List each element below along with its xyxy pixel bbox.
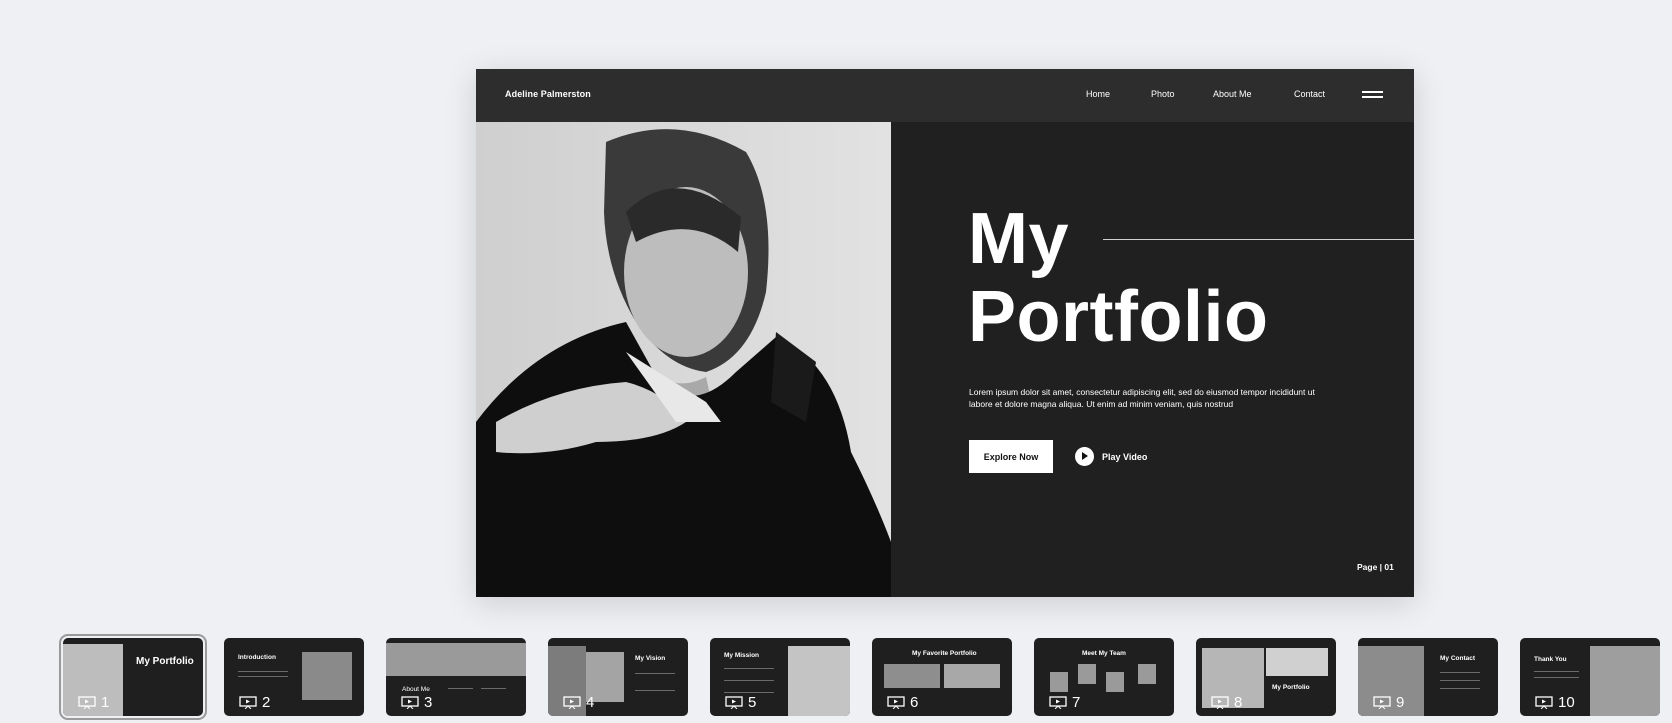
thumb-text-line [1534, 671, 1579, 672]
slideshow-icon [239, 696, 257, 709]
slide-thumbnail-strip: My Portfolio 1 Introduction 2 About Me 3… [0, 634, 1672, 720]
thumb-image [1106, 672, 1124, 692]
brand-name: Adeline Palmerston [505, 89, 591, 99]
slide-thumbnail-10[interactable]: Thank You 10 [1520, 638, 1660, 716]
thumb-text-line [1440, 680, 1480, 681]
thumb-image [1138, 664, 1156, 684]
thumb-number: 2 [262, 694, 271, 711]
play-video-button[interactable]: Play Video [1075, 447, 1147, 466]
slideshow-icon [1535, 696, 1553, 709]
thumb-text-line [448, 688, 473, 689]
slide-thumbnail-5[interactable]: My Mission 5 [710, 638, 850, 716]
thumb-number: 1 [101, 694, 110, 711]
thumb-text-line [238, 676, 288, 677]
slideshow-icon [725, 696, 743, 709]
hero-title-line1: My [968, 199, 1070, 279]
hero-description: Lorem ipsum dolor sit amet, consectetur … [969, 387, 1315, 409]
thumb-image [1266, 648, 1328, 676]
thumb-title: My Contact [1440, 655, 1476, 662]
slide-thumbnail-8[interactable]: My Portfolio 8 [1196, 638, 1336, 716]
nav-link-about[interactable]: About Me [1213, 89, 1252, 99]
play-icon [1075, 447, 1094, 466]
slide-navbar: Adeline Palmerston Home Photo About Me C… [476, 69, 1414, 122]
thumb-title: Thank You [1534, 656, 1567, 663]
slideshow-icon [1373, 696, 1391, 709]
portrait-photo [476, 122, 891, 597]
nav-link-home[interactable]: Home [1086, 89, 1110, 99]
explore-now-button[interactable]: Explore Now [969, 440, 1053, 473]
slide-thumbnail-1[interactable]: My Portfolio 1 [59, 634, 207, 720]
slide-canvas[interactable]: Adeline Palmerston Home Photo About Me C… [476, 69, 1414, 597]
thumb-text-line [635, 673, 675, 674]
slide-thumbnail-9[interactable]: My Contact 9 [1358, 638, 1498, 716]
thumb-text-line [481, 688, 506, 689]
thumb-image [1078, 664, 1096, 684]
slideshow-icon [1049, 696, 1067, 709]
nav-link-contact[interactable]: Contact [1294, 89, 1325, 99]
play-video-label: Play Video [1102, 451, 1148, 462]
slideshow-icon [78, 696, 96, 709]
thumb-number: 3 [424, 694, 433, 711]
thumb-text-line [724, 692, 774, 693]
slideshow-icon [887, 696, 905, 709]
slide-thumbnail-7[interactable]: Meet My Team 7 [1034, 638, 1174, 716]
thumb-image [884, 664, 940, 688]
thumb-number: 4 [586, 694, 595, 711]
thumb-text-line [1534, 677, 1579, 678]
thumb-title: My Vision [635, 655, 666, 662]
thumb-title: About Me [402, 686, 430, 693]
thumb-image [386, 643, 526, 676]
slideshow-icon [563, 696, 581, 709]
title-divider-line [1103, 239, 1414, 240]
page-number: Page | 01 [1357, 562, 1394, 572]
thumb-image [1050, 672, 1068, 692]
thumb-text-line [724, 680, 774, 681]
thumb-number: 7 [1072, 694, 1081, 711]
thumb-image [944, 664, 1000, 688]
nav-link-photo[interactable]: Photo [1151, 89, 1175, 99]
hamburger-menu-icon[interactable] [1362, 91, 1383, 100]
thumb-image [1590, 646, 1660, 716]
thumb-number: 8 [1234, 694, 1243, 711]
slide-thumbnail-2[interactable]: Introduction 2 [224, 638, 364, 716]
thumb-title: My Favorite Portfolio [912, 650, 977, 657]
slideshow-icon [1211, 696, 1229, 709]
hero-title-line2: Portfolio [968, 277, 1269, 357]
thumb-text-line [238, 671, 288, 672]
thumb-number: 10 [1558, 694, 1575, 711]
thumb-number: 9 [1396, 694, 1405, 711]
thumb-title: Introduction [238, 654, 276, 661]
thumb-text-line [1440, 688, 1480, 689]
thumb-title: My Mission [724, 652, 760, 659]
thumb-text-line [635, 690, 675, 691]
thumb-image [302, 652, 352, 700]
thumb-image [788, 646, 850, 716]
thumb-text-line [724, 668, 774, 669]
thumb-text-line [1440, 672, 1480, 673]
thumb-number: 5 [748, 694, 757, 711]
thumb-number: 6 [910, 694, 919, 711]
slideshow-icon [401, 696, 419, 709]
slide-thumbnail-4[interactable]: My Vision 4 [548, 638, 688, 716]
thumb-title: My Portfolio [136, 656, 194, 667]
thumb-image [1358, 646, 1424, 716]
thumb-title: My Portfolio [1272, 684, 1310, 691]
slide-thumbnail-3[interactable]: About Me 3 [386, 638, 526, 716]
thumb-title: Meet My Team [1082, 650, 1126, 657]
slide-thumbnail-6[interactable]: My Favorite Portfolio 6 [872, 638, 1012, 716]
